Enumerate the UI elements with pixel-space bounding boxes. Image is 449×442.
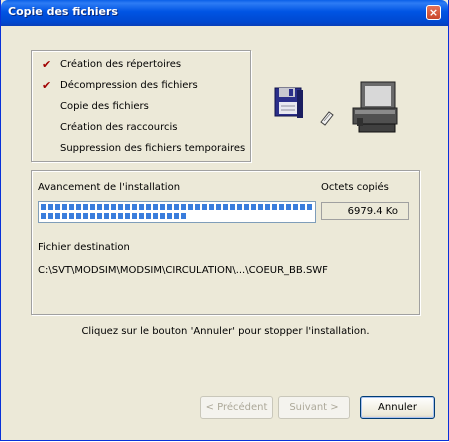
step-item: Création des raccourcis [32,120,250,136]
checkmark-icon [42,143,52,155]
step-label: Création des répertoires [60,59,182,70]
cancel-hint: Cliquez sur le bouton 'Annuler' pour sto… [81,326,370,337]
floppy-disk-icon [274,87,303,118]
checkmark-icon: ✔ [42,79,52,92]
step-item: ✔ Création des répertoires [32,57,250,73]
step-item: ✔ Décompression des fichiers [32,78,250,94]
progress-bar [38,201,316,223]
destination-path: C:\SVT\MODSIM\MODSIM\CIRCULATION\...\COE… [38,265,328,276]
progress-label: Avancement de l'installation [38,182,181,193]
step-item: Suppression des fichiers temporaires [32,141,250,157]
checkmark-icon: ✔ [42,58,52,71]
step-label: Décompression des fichiers [60,80,198,91]
close-button[interactable]: × [426,5,441,20]
close-icon: × [428,6,439,19]
installer-dialog: Copie des fichiers × ✔ Création des répe… [0,0,449,441]
step-label: Création des raccourcis [60,122,178,133]
progress-fill [41,213,188,219]
transfer-icon [320,111,334,126]
window-title: Copie des fichiers [8,5,118,18]
title-bar[interactable]: Copie des fichiers × [1,0,448,26]
step-label: Suppression des fichiers temporaires [60,143,246,154]
next-button[interactable]: Suivant > [278,396,350,419]
cancel-button[interactable]: Annuler [360,396,435,419]
previous-button[interactable]: < Précédent [200,396,273,419]
install-animation [269,78,409,138]
destination-label: Fichier destination [38,242,130,253]
progress-panel: Avancement de l'installation Octets copi… [31,170,420,315]
step-label: Copie des fichiers [60,101,149,112]
step-item: Copie des fichiers [32,99,250,115]
computer-icon [352,81,398,133]
progress-fill [41,204,313,210]
bytes-copied-label: Octets copiés [321,182,389,193]
steps-panel: ✔ Création des répertoires ✔ Décompressi… [31,50,251,162]
checkmark-icon [42,101,52,113]
checkmark-icon [42,122,52,134]
bytes-copied-value: 6979.4 Ko [321,202,409,220]
